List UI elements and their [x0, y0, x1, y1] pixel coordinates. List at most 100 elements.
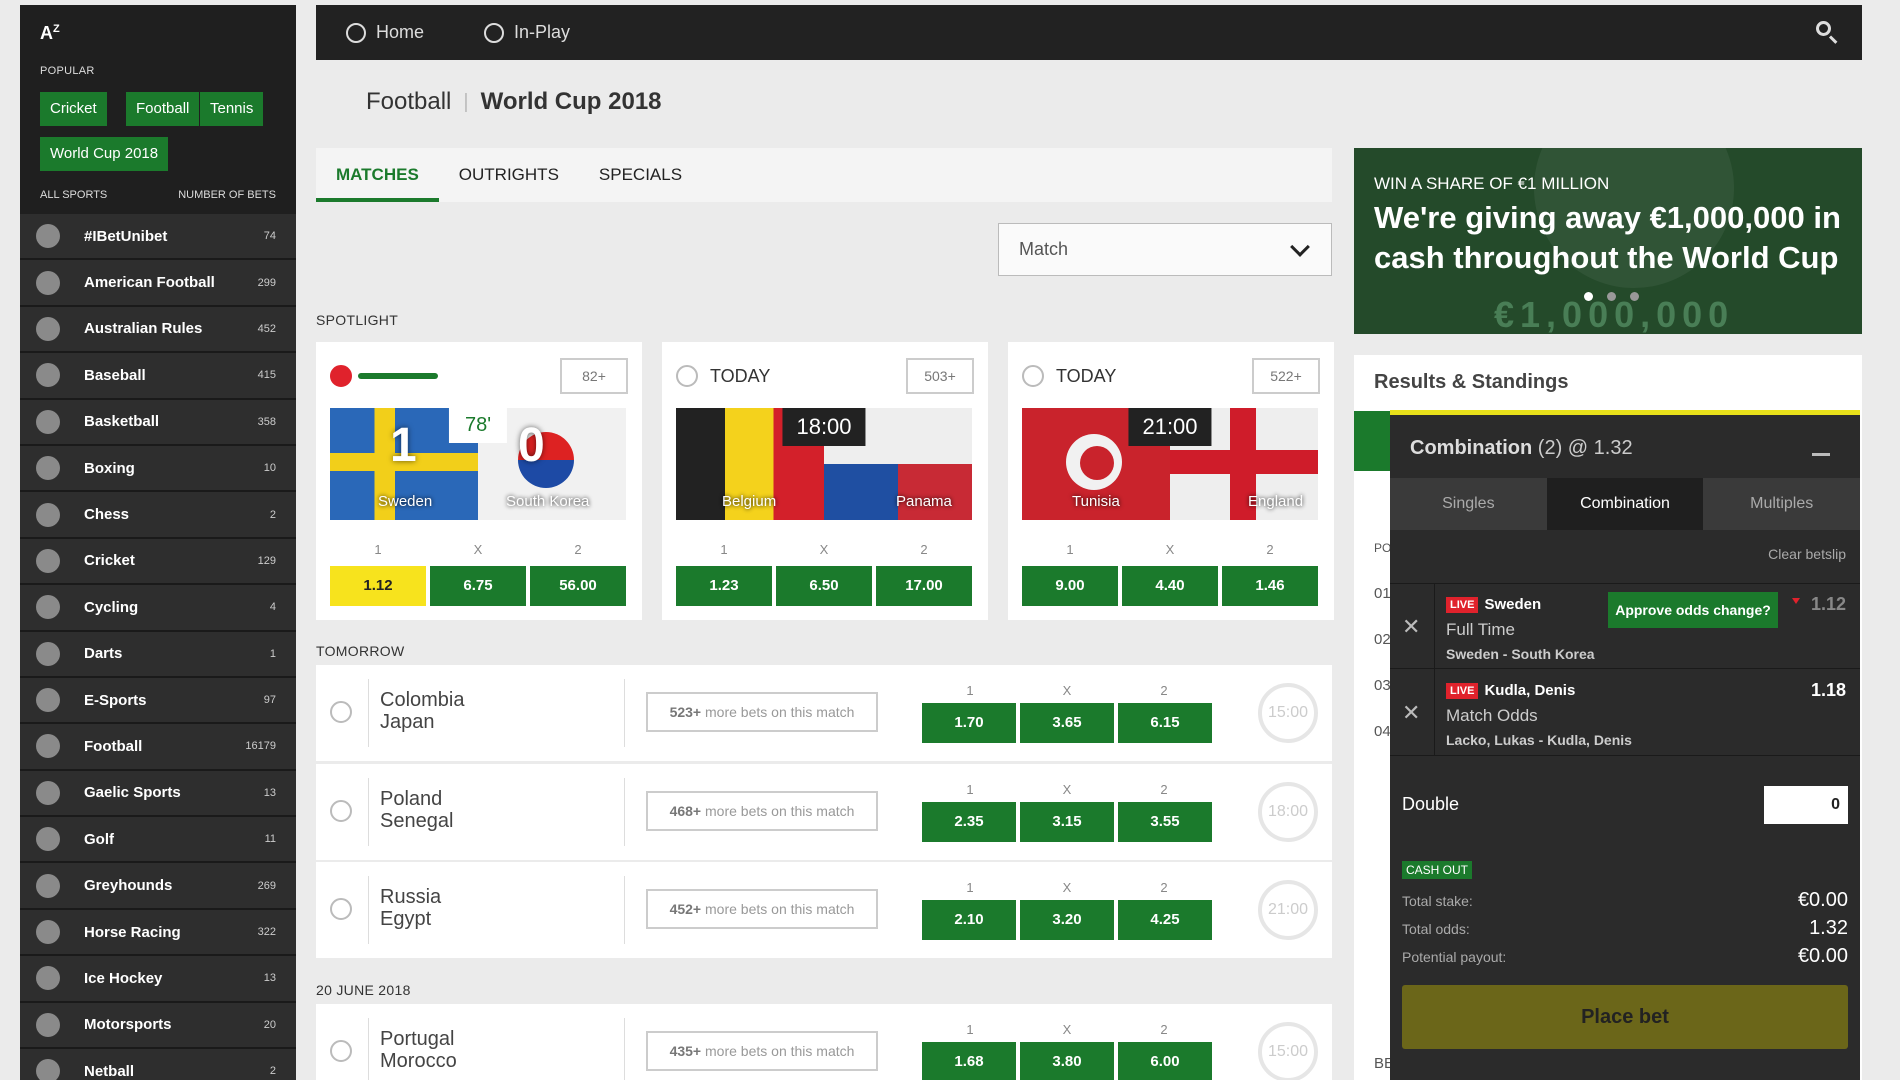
odd-away[interactable]: 6.15: [1118, 703, 1212, 743]
odd-draw[interactable]: 3.80: [1020, 1042, 1114, 1080]
betslip-title[interactable]: Combination (2) @ 1.32: [1410, 437, 1633, 460]
gamepad-icon: [36, 688, 60, 713]
all-sports-label: ALL SPORTS: [40, 189, 108, 201]
stake-input[interactable]: 0: [1764, 786, 1848, 824]
search-icon[interactable]: [1816, 21, 1838, 44]
results-row: 03: [1374, 677, 1391, 694]
selection-team: LIVE Kudla, Denis: [1446, 682, 1575, 699]
sport-item[interactable]: Netball 2: [20, 1049, 296, 1080]
odd-home[interactable]: 1.12: [330, 566, 426, 606]
more-bets-button[interactable]: 523+ more bets on this match: [646, 692, 878, 732]
tab-singles[interactable]: Singles: [1390, 478, 1547, 530]
odd-home[interactable]: 2.35: [922, 802, 1016, 842]
tab-matches[interactable]: MATCHES: [316, 148, 439, 202]
match-row[interactable]: Poland Senegal 468+ more bets on this mat…: [316, 764, 1332, 860]
sport-item[interactable]: Cycling 4: [20, 585, 296, 632]
nav-home[interactable]: Home: [346, 22, 424, 43]
promo-banner[interactable]: WIN A SHARE OF €1 MILLION We're giving a…: [1354, 148, 1862, 334]
az-icon[interactable]: AZ: [40, 23, 60, 44]
carousel-dot[interactable]: [1630, 292, 1639, 301]
spotlight-card: TODAY 522+ Tunisia England 21:00 1X2 9.0…: [1008, 342, 1334, 620]
odd-draw[interactable]: 6.75: [430, 566, 526, 606]
sport-item[interactable]: Darts 1: [20, 631, 296, 678]
clear-betslip-link[interactable]: Clear betslip: [1768, 546, 1846, 562]
more-bets-button[interactable]: 435+ more bets on this match: [646, 1031, 878, 1071]
more-bets-button[interactable]: 468+ more bets on this match: [646, 791, 878, 831]
odd-draw[interactable]: 3.20: [1020, 900, 1114, 940]
sport-item[interactable]: E-Sports 97: [20, 677, 296, 725]
sport-item[interactable]: Chess 2: [20, 492, 296, 539]
sport-item[interactable]: Australian Rules 452: [20, 306, 296, 354]
odd-home[interactable]: 2.10: [922, 900, 1016, 940]
sport-count: 16179: [245, 740, 276, 753]
odd-away[interactable]: 1.46: [1222, 566, 1318, 606]
market-select[interactable]: Match: [998, 223, 1332, 276]
minimize-icon[interactable]: [1812, 453, 1830, 456]
sport-item[interactable]: Ice Hockey 13: [20, 956, 296, 1003]
match-banner[interactable]: Tunisia England 21:00: [1022, 408, 1318, 520]
sport-name: Boxing: [84, 459, 135, 477]
nav-inplay[interactable]: In-Play: [484, 22, 570, 43]
popular-label: POPULAR: [40, 65, 95, 77]
total-odds-row: Total odds: 1.32: [1402, 917, 1848, 939]
more-bets-button[interactable]: 452+ more bets on this match: [646, 889, 878, 929]
odd-home[interactable]: 1.68: [922, 1042, 1016, 1080]
odd-away[interactable]: 56.00: [530, 566, 626, 606]
sport-count: 322: [257, 926, 276, 939]
odd-away[interactable]: 6.00: [1118, 1042, 1212, 1080]
betslip: Combination (2) @ 1.32 Singles Combinati…: [1390, 410, 1860, 1080]
odd-draw[interactable]: 3.65: [1020, 703, 1114, 743]
selection-event: Sweden - South Korea: [1446, 646, 1595, 662]
match-banner[interactable]: Belgium Panama 18:00: [676, 408, 972, 520]
popular-chip-cricket[interactable]: Cricket: [40, 92, 107, 126]
odd-draw[interactable]: 6.50: [776, 566, 872, 606]
odds-heads: 1X2: [966, 683, 1168, 698]
sport-item[interactable]: Basketball 358: [20, 399, 296, 446]
odd-home[interactable]: 9.00: [1022, 566, 1118, 606]
sport-item[interactable]: American Football 299: [20, 260, 296, 307]
sport-count: 20: [263, 1018, 276, 1031]
odd-home[interactable]: 1.23: [676, 566, 772, 606]
sport-item[interactable]: Cricket 129: [20, 538, 296, 586]
remove-selection-icon[interactable]: ✕: [1402, 614, 1420, 640]
sport-item[interactable]: Greyhounds 269: [20, 863, 296, 910]
match-banner[interactable]: 1 Sweden 0 South Korea 78': [330, 408, 626, 520]
sport-item[interactable]: Gaelic Sports 13: [20, 770, 296, 818]
odd-away[interactable]: 17.00: [876, 566, 972, 606]
tab-combination[interactable]: Combination: [1546, 478, 1704, 530]
more-bets-badge[interactable]: 82+: [560, 358, 628, 394]
card-head: TODAY 522+: [1022, 358, 1320, 394]
popular-chip-world-cup[interactable]: World Cup 2018: [40, 137, 169, 171]
live-clock-icon: [330, 365, 352, 387]
carousel-dot[interactable]: [1607, 292, 1616, 301]
tab-multiples[interactable]: Multiples: [1703, 478, 1860, 530]
sport-item[interactable]: Baseball 415: [20, 353, 296, 400]
clock-icon: [330, 701, 352, 723]
odd-away[interactable]: 3.55: [1118, 802, 1212, 842]
odd-away[interactable]: 4.25: [1118, 900, 1212, 940]
odd-home[interactable]: 1.70: [922, 703, 1016, 743]
odd-draw[interactable]: 4.40: [1122, 566, 1218, 606]
match-row[interactable]: Portugal Morocco 435+ more bets on this m…: [316, 1004, 1332, 1080]
sport-item[interactable]: Horse Racing 322: [20, 909, 296, 957]
popular-chip-tennis[interactable]: Tennis: [200, 92, 264, 126]
sport-item[interactable]: Boxing 10: [20, 445, 296, 493]
sport-item[interactable]: #IBetUnibet 74: [20, 214, 296, 261]
match-row[interactable]: Colombia Japan 523+ more bets on this mat…: [316, 665, 1332, 761]
odd-draw[interactable]: 3.15: [1020, 802, 1114, 842]
remove-selection-icon[interactable]: ✕: [1402, 700, 1420, 726]
popular-chip-football[interactable]: Football: [126, 92, 200, 126]
sport-item[interactable]: Football 16179: [20, 724, 296, 771]
tab-specials[interactable]: SPECIALS: [579, 148, 702, 202]
carousel-dots: [1584, 292, 1653, 301]
place-bet-button[interactable]: Place bet: [1402, 985, 1848, 1049]
sport-item[interactable]: Motorsports 20: [20, 1002, 296, 1050]
carousel-dot[interactable]: [1584, 292, 1593, 301]
more-bets-badge[interactable]: 522+: [1252, 358, 1320, 394]
breadcrumb-football[interactable]: Football: [366, 88, 451, 116]
sport-item[interactable]: Golf 11: [20, 817, 296, 864]
match-row[interactable]: Russia Egypt 452+ more bets on this match…: [316, 862, 1332, 958]
approve-odds-button[interactable]: Approve odds change?: [1608, 592, 1778, 628]
tab-outrights[interactable]: OUTRIGHTS: [439, 148, 579, 202]
more-bets-badge[interactable]: 503+: [906, 358, 974, 394]
